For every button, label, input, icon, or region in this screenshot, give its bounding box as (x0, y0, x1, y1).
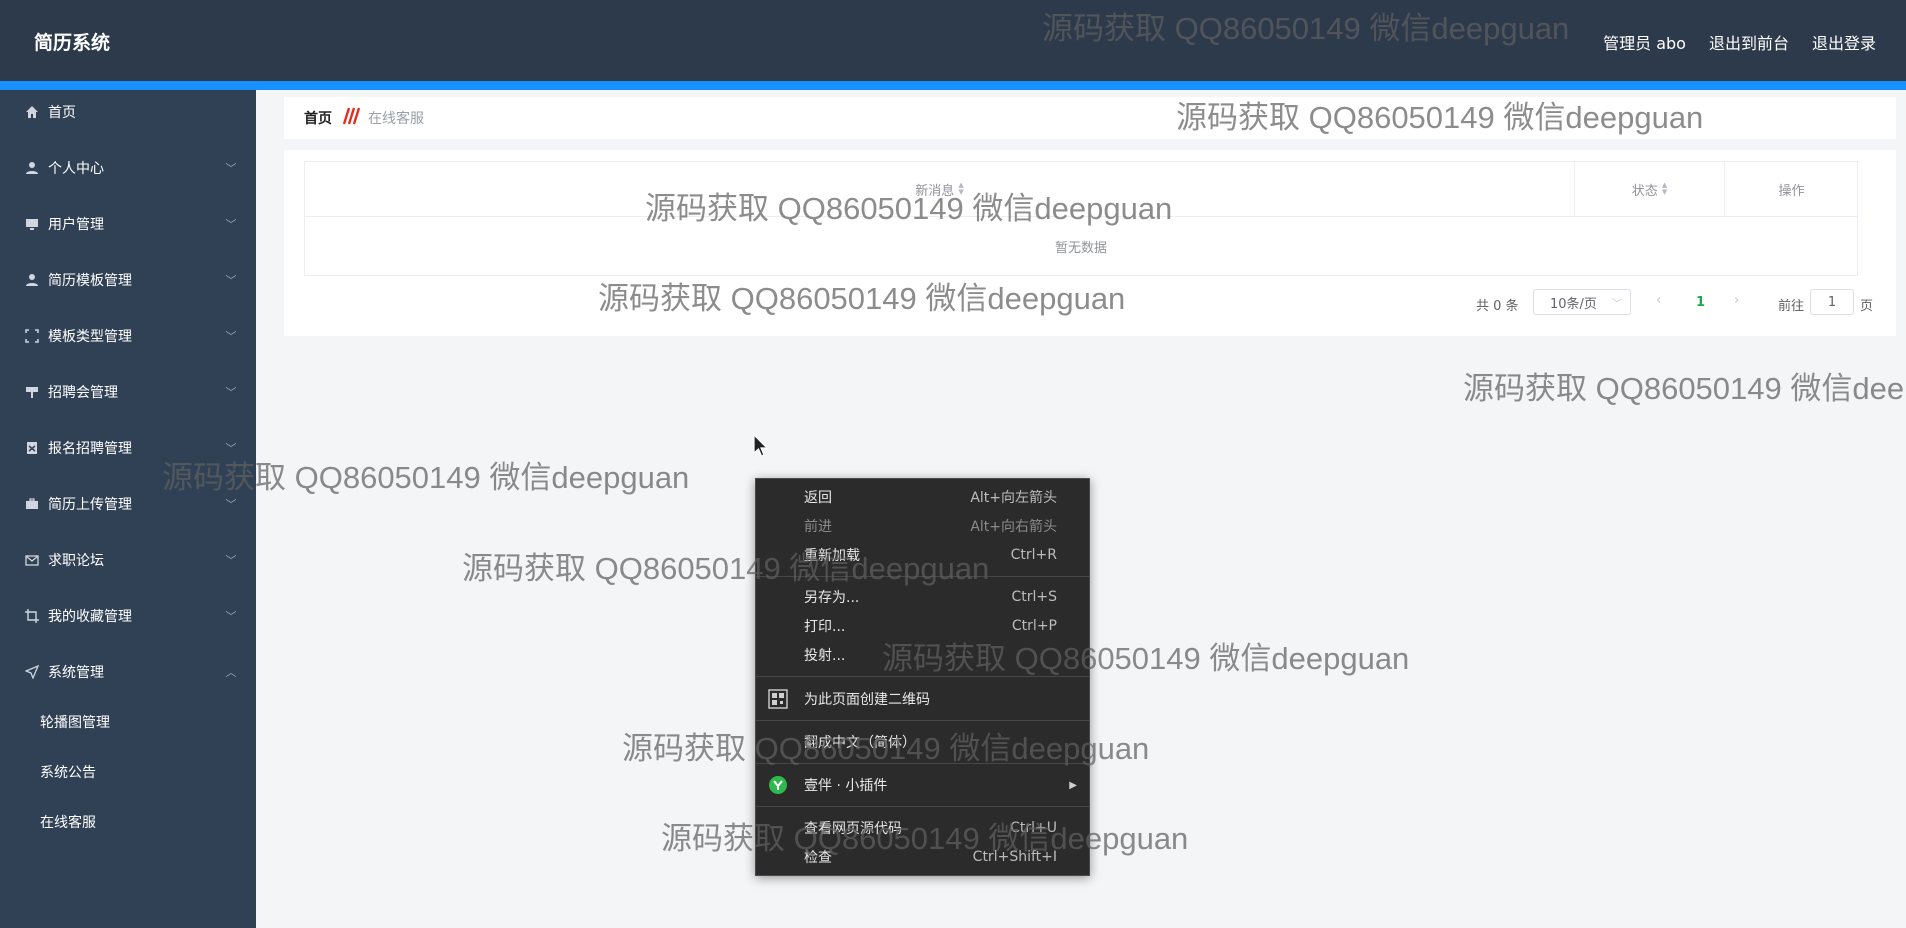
chevron-down-icon: ﹀ (1612, 299, 1622, 310)
sidebar-item-label: 系统管理 (48, 665, 104, 681)
goto-label: 前往 (1778, 299, 1805, 314)
sidebar-subitem-label: 系统公告 (40, 765, 96, 781)
watermark: 源码获取 QQ86050149 微信deepguan (661, 821, 1189, 856)
watermark: 源码获取 QQ86050149 微信deepguan (162, 460, 690, 495)
sidebar-subitem-announcement[interactable]: 系统公告 (0, 752, 256, 792)
top-header: 简历系统 管理员 abo 退出到前台 退出登录 (0, 0, 1906, 81)
column-header-actions: 操作 (1725, 162, 1858, 217)
menu-item-forward: 前进 Alt+向右箭头 (804, 519, 1057, 535)
chevron-down-icon: ﹀ (225, 386, 237, 399)
sidebar-item-label: 求职论坛 (48, 553, 104, 569)
watermark: 源码获取 QQ86050149 微信deepguan (1042, 11, 1570, 46)
prev-page-icon[interactable]: ‹ (1656, 293, 1661, 308)
watermark: 源码获取 QQ86050149 微信deepguan (462, 551, 990, 586)
menu-item-qr-code[interactable]: 为此页面创建二维码 (756, 685, 1089, 713)
sort-icon[interactable]: ▲ ▼ (1662, 182, 1667, 196)
yiban-icon (768, 775, 788, 795)
sidebar-subitem-carousel[interactable]: 轮播图管理 (0, 702, 256, 742)
page-size-select[interactable]: 10条/页 ﹀ (1533, 289, 1631, 315)
watermark: 源码获取 QQ86050149 微信deepguan (622, 731, 1150, 766)
column-header-status[interactable]: 状态 ▲ ▼ (1575, 162, 1725, 217)
watermark: 源码获取 QQ86050149 微信deepguan (1463, 371, 1906, 406)
sidebar-subitem-label: 在线客服 (40, 815, 96, 831)
sidebar-subitem-online-service[interactable]: 在线客服 (0, 802, 256, 842)
podium-icon (24, 384, 40, 400)
breadcrumb-home[interactable]: 首页 (304, 108, 332, 128)
crop-icon (24, 608, 40, 624)
mail-icon (24, 552, 40, 568)
chevron-down-icon: ﹀ (225, 218, 237, 231)
admin-user-link[interactable]: 管理员 abo (1603, 30, 1686, 54)
mouse-cursor-icon (753, 434, 769, 457)
menu-separator (756, 806, 1089, 807)
sidebar-item-label: 用户管理 (48, 217, 104, 233)
sidebar-subitem-label: 轮播图管理 (40, 715, 110, 731)
chevron-down-icon: ﹀ (225, 274, 237, 287)
to-front-link[interactable]: 退出到前台 (1709, 30, 1789, 54)
briefcase-icon (24, 496, 40, 512)
sidebar-item-favorites[interactable]: 我的收藏管理 ﹀ (0, 594, 256, 638)
qr-code-icon (768, 689, 788, 709)
sidebar-item-label: 报名招聘管理 (48, 441, 132, 457)
sidebar-item-system[interactable]: 系统管理 ︿ (0, 650, 256, 694)
app-title: 简历系统 (34, 32, 111, 54)
badge-icon (24, 440, 40, 456)
chevron-down-icon: ﹀ (225, 162, 237, 175)
sidebar-item-template-type[interactable]: 模板类型管理 ﹀ (0, 314, 256, 358)
user-icon (24, 160, 40, 176)
sidebar-item-job-fair[interactable]: 招聘会管理 ﹀ (0, 370, 256, 414)
sidebar-item-personal-center[interactable]: 个人中心 ﹀ (0, 146, 256, 190)
fullscreen-icon (24, 328, 40, 344)
pagination-total: 共 0 条 (1476, 299, 1519, 314)
sidebar: 首页 个人中心 ﹀ 用户管理 ﹀ 简历模板管理 ﹀ 模板类型管理 ﹀ 招聘会管理… (0, 90, 256, 928)
watermark: 源码获取 QQ86050149 微信deepguan (645, 191, 1173, 226)
sidebar-item-label: 个人中心 (48, 161, 104, 177)
sidebar-item-label: 简历模板管理 (48, 273, 132, 289)
breadcrumb-separator-icon (340, 106, 362, 126)
menu-item-back[interactable]: 返回 Alt+向左箭头 (756, 483, 1089, 511)
home-icon (24, 104, 40, 120)
logout-link[interactable]: 退出登录 (1812, 30, 1876, 54)
menu-separator (756, 720, 1089, 721)
page-number[interactable]: 1 (1696, 295, 1705, 310)
breadcrumb-current: 在线客服 (368, 111, 424, 127)
watermark: 源码获取 QQ86050149 微信deepguan (882, 641, 1410, 676)
chevron-down-icon: ﹀ (225, 330, 237, 343)
monitor-icon (24, 216, 40, 232)
sidebar-item-resume-template[interactable]: 简历模板管理 ﹀ (0, 258, 256, 302)
sidebar-item-label: 首页 (48, 105, 76, 121)
sidebar-item-label: 我的收藏管理 (48, 609, 132, 625)
chevron-down-icon: ﹀ (225, 610, 237, 623)
sidebar-item-label: 招聘会管理 (48, 385, 118, 401)
sidebar-item-home[interactable]: 首页 (0, 90, 256, 134)
goto-page-input[interactable] (1810, 289, 1854, 315)
chevron-up-icon: ︿ (225, 666, 237, 679)
sidebar-item-user-management[interactable]: 用户管理 ﹀ (0, 202, 256, 246)
menu-item-yiban-plugin[interactable]: 壹伴 · 小插件 ▶ (756, 771, 1089, 799)
chevron-down-icon: ﹀ (225, 554, 237, 567)
header-links: 管理员 abo 退出到前台 退出登录 (1603, 30, 1876, 54)
sidebar-item-label: 模板类型管理 (48, 329, 132, 345)
user-icon (24, 272, 40, 288)
chevron-down-icon: ﹀ (225, 498, 237, 511)
sidebar-item-label: 简历上传管理 (48, 497, 132, 513)
page-suffix: 页 (1860, 299, 1874, 314)
sidebar-item-forum[interactable]: 求职论坛 ﹀ (0, 538, 256, 582)
send-icon (24, 664, 40, 680)
submenu-arrow-icon: ▶ (1069, 779, 1077, 791)
watermark: 源码获取 QQ86050149 微信deepguan (598, 281, 1126, 316)
header-accent-bar (0, 81, 1906, 90)
watermark: 源码获取 QQ86050149 微信deepguan (1176, 100, 1704, 135)
next-page-icon[interactable]: › (1734, 293, 1739, 308)
